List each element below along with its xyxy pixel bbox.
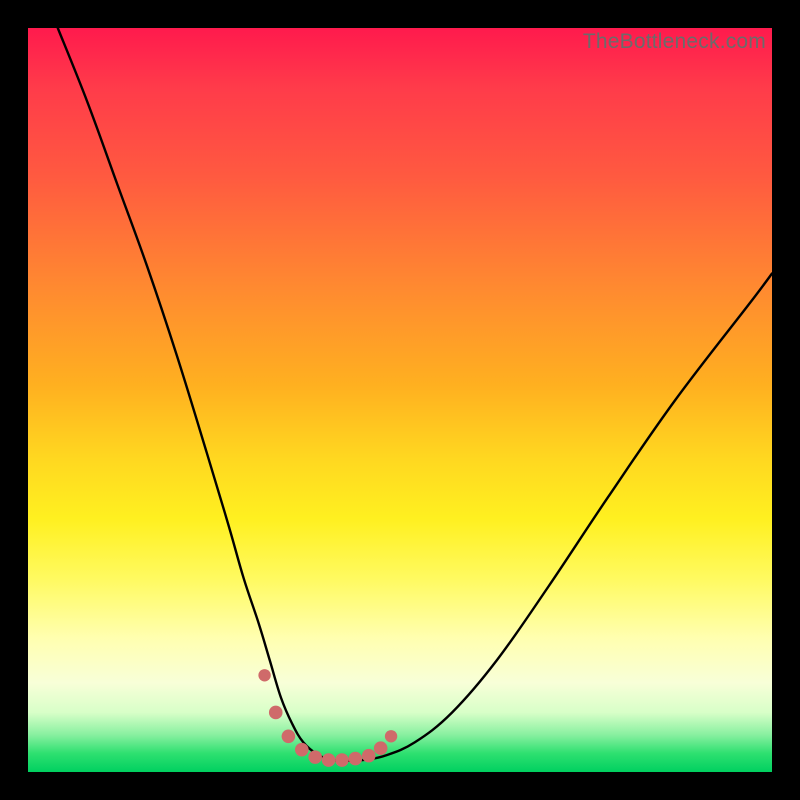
highlight-point	[258, 669, 270, 681]
highlight-point	[308, 750, 322, 764]
highlight-point	[385, 730, 397, 742]
highlight-point	[269, 706, 283, 720]
bottleneck-curve	[58, 28, 772, 761]
highlight-point	[362, 749, 376, 763]
highlight-point	[374, 741, 388, 755]
curve-layer	[28, 28, 772, 772]
highlight-points	[258, 669, 397, 767]
highlight-point	[322, 753, 336, 767]
highlight-point	[295, 743, 309, 757]
highlight-point	[349, 752, 363, 766]
watermark-text: TheBottleneck.com	[583, 30, 766, 54]
highlight-point	[282, 729, 296, 743]
highlight-point	[335, 753, 349, 767]
outer-frame: TheBottleneck.com	[0, 0, 800, 800]
